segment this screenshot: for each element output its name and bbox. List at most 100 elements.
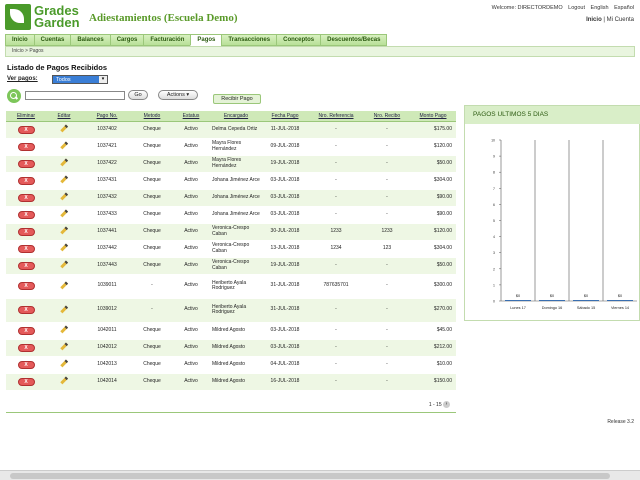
pager: 1 - 15 › (6, 400, 456, 410)
pencil-icon[interactable] (60, 226, 68, 235)
tab-balances[interactable]: Balances (70, 34, 110, 46)
pencil-icon[interactable] (60, 124, 68, 133)
delete-button[interactable]: X (17, 176, 35, 185)
table-cell: Cheque (132, 257, 172, 275)
table-cell: 1037431 (82, 172, 132, 190)
pencil-icon[interactable] (60, 243, 68, 252)
espanol-link[interactable]: Español (614, 5, 634, 11)
delete-button[interactable]: X (17, 261, 35, 270)
column-header[interactable]: Estatus (172, 111, 210, 122)
next-page-icon[interactable]: › (443, 401, 450, 409)
delete-button[interactable]: X (17, 343, 35, 352)
table-cell: - (308, 189, 364, 207)
table-cell: Mildred Agosto (210, 356, 262, 374)
horizontal-scrollbar[interactable] (0, 470, 640, 480)
english-link[interactable]: English (591, 5, 609, 11)
table-row: X 1042014 Cheque Activo Mildred Agosto 16-JUL… (6, 373, 456, 391)
table-cell: 09-JUL-2018 (262, 138, 308, 156)
table-cell: - (308, 373, 364, 391)
logout-link[interactable]: Logout (568, 5, 585, 11)
edit-cell (46, 257, 82, 275)
pencil-icon[interactable] (60, 192, 68, 201)
table-cell: 1042011 (82, 322, 132, 340)
delete-button[interactable]: X (17, 282, 35, 290)
tab-conceptos[interactable]: Conceptos (276, 34, 321, 46)
go-button[interactable]: Go (128, 90, 148, 100)
table-cell: 1037442 (82, 240, 132, 258)
pencil-icon[interactable] (60, 158, 68, 167)
pencil-icon[interactable] (60, 305, 68, 313)
recibir-pago-button[interactable]: Recibir Pago (213, 94, 261, 104)
table-row: X 1037432 Cheque Activo Johana Jiménez Arce 0… (6, 189, 456, 207)
tab-descuentos-becas[interactable]: Descuentos/Becas (320, 34, 388, 46)
delete-cell: X (6, 356, 46, 374)
pencil-icon[interactable] (60, 281, 68, 289)
pencil-icon[interactable] (60, 141, 68, 150)
link-separator: | (603, 17, 605, 23)
delete-cell: X (6, 274, 46, 299)
delete-button[interactable]: X (17, 326, 35, 335)
table-cell: 1037433 (82, 206, 132, 224)
column-header[interactable]: Fecha Pago (262, 111, 308, 122)
logo-text-line2: Garden (34, 15, 80, 30)
y-tick-label: 5 (493, 219, 495, 223)
tab-cargos[interactable]: Cargos (109, 34, 144, 46)
table-cell: $45.00 (410, 322, 456, 340)
y-tick-label: 9 (493, 155, 495, 159)
tab-inicio[interactable]: Inicio (5, 34, 34, 46)
grades-garden-logo[interactable]: Grades Garden (5, 4, 85, 30)
pencil-icon[interactable] (60, 325, 68, 334)
table-cell: Johana Jiménez Arce (210, 172, 262, 190)
delete-cell: X (6, 206, 46, 224)
x-tick-label: Sábado 15 (577, 306, 595, 310)
search-input[interactable] (25, 91, 125, 100)
table-cell: Cheque (132, 206, 172, 224)
pencil-icon[interactable] (60, 175, 68, 184)
delete-button[interactable]: X (17, 244, 35, 253)
table-cell: - (364, 356, 410, 374)
table-cell: $90.00 (410, 206, 456, 224)
ver-pagos-select[interactable]: Todos ▾ (52, 75, 108, 84)
column-header[interactable]: Editar (46, 111, 82, 122)
tab-transacciones[interactable]: Transacciones (221, 34, 277, 46)
column-header[interactable]: Monto Pago (410, 111, 456, 122)
table-cell: - (364, 206, 410, 224)
actions-button[interactable]: Actions ▾ (158, 90, 198, 100)
delete-button[interactable]: X (17, 210, 35, 219)
column-header[interactable]: Eliminar (6, 111, 46, 122)
table-cell: Mildred Agosto (210, 322, 262, 340)
column-header[interactable]: Nro. Recibo (364, 111, 410, 122)
tab-facturaci-n[interactable]: Facturación (143, 34, 191, 46)
table-cell: 1042013 (82, 356, 132, 374)
table-cell: $270.00 (410, 298, 456, 323)
table-row: X 1037422 Cheque Activo Mayra Flores Hernánd… (6, 155, 456, 173)
mi-cuenta-link[interactable]: Mi Cuenta (607, 17, 634, 23)
delete-button[interactable]: X (17, 227, 35, 236)
search-icon[interactable] (7, 89, 21, 103)
table-cell: $304.00 (410, 172, 456, 190)
pencil-icon[interactable] (60, 342, 68, 351)
delete-button[interactable]: X (17, 193, 35, 202)
delete-button[interactable]: X (17, 306, 35, 314)
delete-button[interactable]: X (17, 159, 35, 168)
pencil-icon[interactable] (60, 376, 68, 385)
delete-button[interactable]: X (17, 377, 35, 386)
delete-button[interactable]: X (17, 360, 35, 369)
column-header[interactable]: Metodo (132, 111, 172, 122)
tab-pagos[interactable]: Pagos (190, 34, 222, 46)
scrollbar-thumb[interactable] (10, 473, 610, 479)
pencil-icon[interactable] (60, 260, 68, 269)
tab-cuentas[interactable]: Cuentas (33, 34, 71, 46)
pencil-icon[interactable] (60, 359, 68, 368)
column-header[interactable]: Nro. Referencia (308, 111, 364, 122)
delete-button[interactable]: X (17, 142, 35, 151)
table-cell: Mayra Flores Hernández (210, 138, 262, 156)
table-cell: 1037441 (82, 223, 132, 241)
column-header[interactable]: Pago No. (82, 111, 132, 122)
pencil-icon[interactable] (60, 209, 68, 218)
delete-cell: X (6, 155, 46, 173)
table-cell: 1039012 (82, 298, 132, 323)
column-header[interactable]: Encargado (210, 111, 262, 122)
delete-button[interactable]: X (17, 125, 35, 134)
inicio-link[interactable]: Inicio (586, 17, 602, 23)
